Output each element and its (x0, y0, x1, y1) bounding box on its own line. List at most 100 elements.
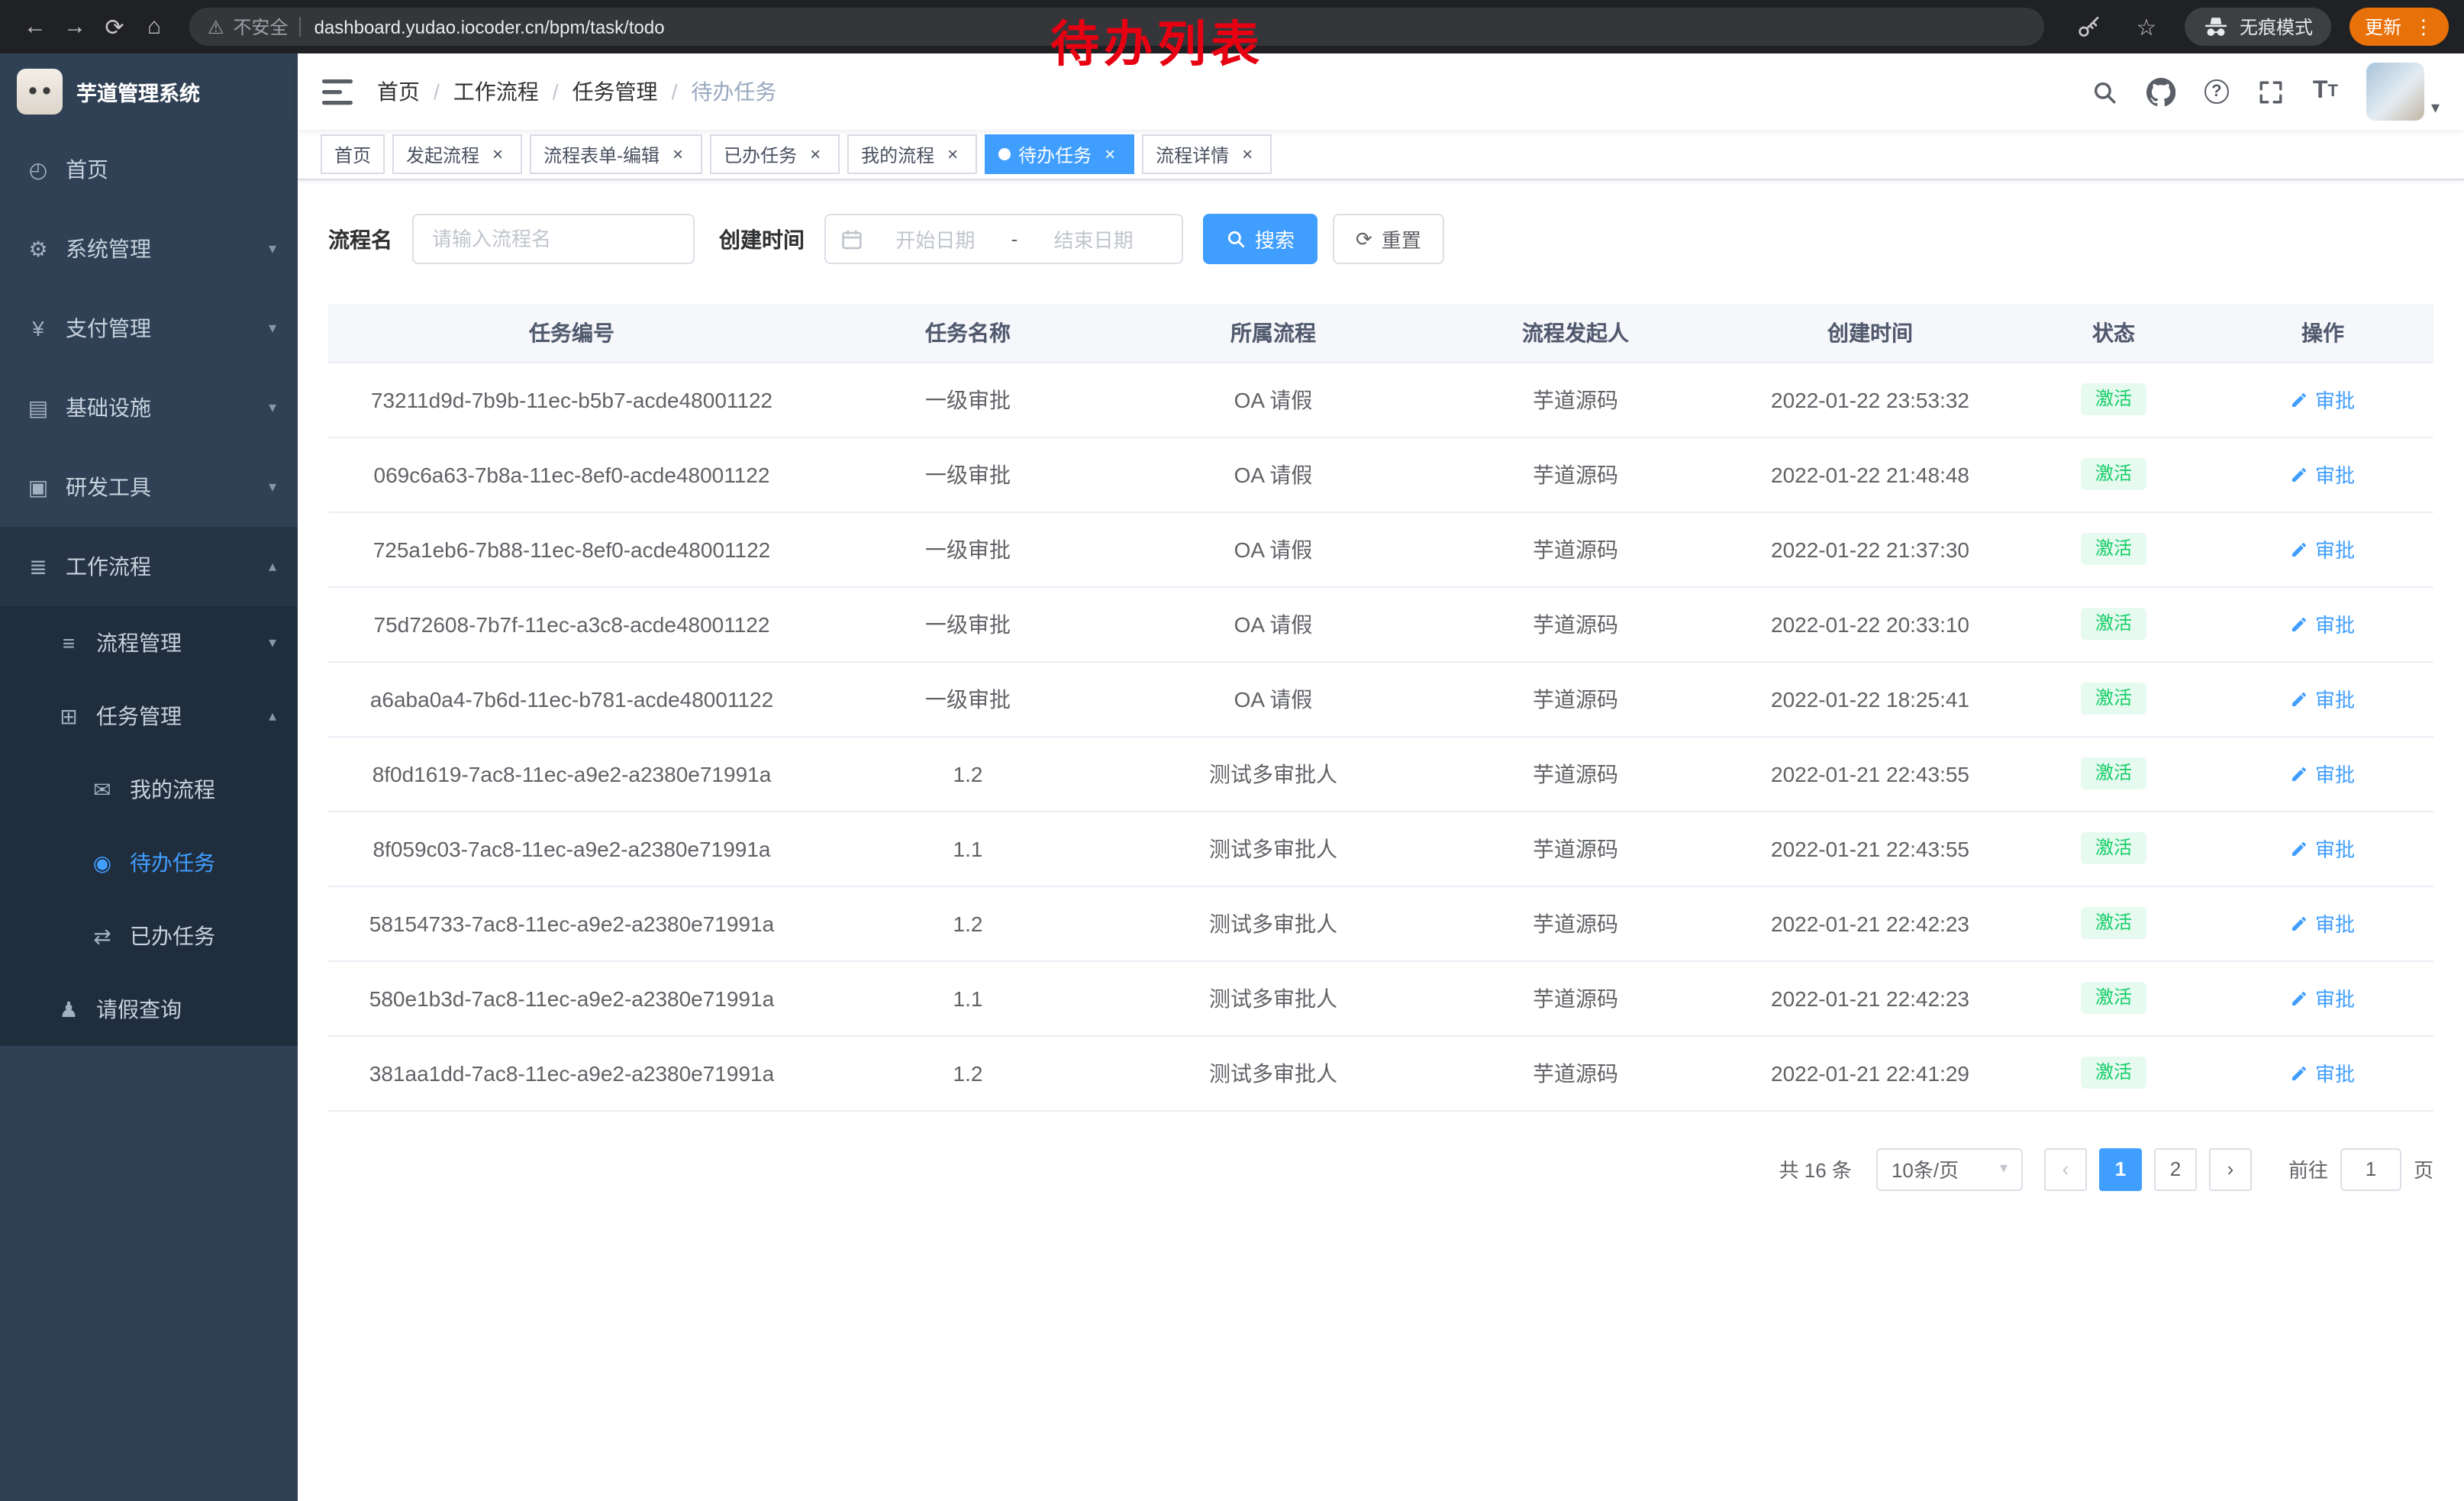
approve-button[interactable]: 审批 (2291, 385, 2355, 414)
search-icon[interactable] (2091, 79, 2117, 105)
cell-action: 审批 (2212, 960, 2433, 1035)
breadcrumb-separator: / (434, 79, 440, 104)
approve-button[interactable]: 审批 (2291, 534, 2355, 563)
close-icon[interactable]: × (942, 144, 963, 165)
approve-button[interactable]: 审批 (2291, 759, 2355, 788)
tab-done-task[interactable]: 已办任务 × (710, 134, 840, 174)
date-range-picker[interactable]: 开始日期 - 结束日期 (824, 214, 1183, 264)
cell-created-time: 2022-01-21 22:43:55 (1725, 811, 2015, 886)
close-icon[interactable]: × (805, 144, 826, 165)
sidebar-item-label: 已办任务 (130, 921, 276, 951)
breadcrumb-item[interactable]: 工作流程 (453, 76, 539, 107)
status-badge: 激活 (2082, 383, 2146, 415)
status-badge: 激活 (2082, 906, 2146, 939)
search-button[interactable]: 搜索 (1203, 214, 1317, 264)
edit-icon (2291, 914, 2309, 932)
fullscreen-icon[interactable] (2258, 79, 2284, 105)
forward-icon[interactable]: → (55, 7, 95, 47)
close-icon[interactable]: × (487, 144, 508, 165)
reset-button[interactable]: ⟳ 重置 (1333, 214, 1444, 264)
user-menu[interactable]: ▾ (2367, 63, 2440, 121)
sidebar-item-home[interactable]: ◴首页 (0, 130, 298, 209)
table-row: 58154733-7ac8-11ec-a9e2-a2380e71991a1.2测… (328, 886, 2433, 960)
cell-process: OA 请假 (1121, 362, 1426, 437)
tab-start-process[interactable]: 发起流程× (392, 134, 522, 174)
home-icon[interactable]: ⌂ (134, 7, 174, 47)
approve-button[interactable]: 审批 (2291, 684, 2355, 713)
sidebar-item-dev-tools[interactable]: ▣研发工具▾ (0, 447, 298, 527)
cell-task-name: 一级审批 (815, 586, 1121, 661)
cell-task-id: 8f059c03-7ac8-11ec-a9e2-a2380e71991a (328, 811, 815, 886)
tab-todo-task[interactable]: 待办任务× (985, 134, 1134, 174)
tab-my-process[interactable]: 我的流程× (847, 134, 977, 174)
sidebar-item-process-mgmt[interactable]: ≡流程管理▾ (0, 606, 298, 679)
approve-button[interactable]: 审批 (2291, 460, 2355, 489)
cell-task-name: 1.2 (815, 886, 1121, 960)
chevron-down-icon: ▾ (269, 240, 276, 257)
url-text[interactable]: dashboard.yudao.iocoder.cn/bpm/task/todo (314, 16, 665, 37)
cell-created-time: 2022-01-21 22:42:23 (1725, 886, 2015, 960)
font-size-icon[interactable]: TT (2313, 78, 2338, 105)
approve-button[interactable]: 审批 (2291, 834, 2355, 863)
next-page-button[interactable]: › (2209, 1148, 2252, 1190)
sidebar-item-task-mgmt[interactable]: ⊞任务管理▴ (0, 679, 298, 753)
cell-action: 审批 (2212, 437, 2433, 512)
approve-button[interactable]: 审批 (2291, 1058, 2355, 1087)
cell-task-id: 381aa1dd-7ac8-11ec-a9e2-a2380e71991a (328, 1035, 815, 1110)
table-row: 069c6a63-7b8a-11ec-8ef0-acde48001122一级审批… (328, 437, 2433, 512)
page-content: 流程名 创建时间 开始日期 - 结束日期 搜索 ⟳ (298, 180, 2464, 1501)
app-logo[interactable]: 芋道管理系统 (0, 53, 298, 130)
update-button[interactable]: 更新 ⋮ (2350, 8, 2449, 46)
password-key-icon[interactable] (2069, 7, 2108, 47)
status-badge: 激活 (2082, 607, 2146, 640)
github-icon[interactable] (2146, 77, 2175, 106)
sidebar-item-leave-query[interactable]: ♟请假查询 (0, 973, 298, 1046)
cell-created-time: 2022-01-22 23:53:32 (1725, 362, 2015, 437)
approve-label: 审批 (2315, 460, 2355, 489)
table-body: 73211d9d-7b9b-11ec-b5b7-acde48001122一级审批… (328, 362, 2433, 1110)
prev-page-button[interactable]: ‹ (2044, 1148, 2087, 1190)
bookmark-star-icon[interactable]: ☆ (2127, 7, 2166, 47)
sidebar-item-my-process[interactable]: ✉我的流程 (0, 753, 298, 826)
tab-label: 已办任务 (724, 141, 797, 167)
tab-home[interactable]: 首页 (321, 134, 385, 174)
breadcrumb-item[interactable]: 首页 (377, 76, 420, 107)
approve-button[interactable]: 审批 (2291, 609, 2355, 638)
sidebar-toggle-icon[interactable] (322, 79, 353, 105)
tab-process-detail[interactable]: 流程详情× (1142, 134, 1272, 174)
main-panel: 首页/工作流程/任务管理/待办任务 ? TT ▾ (298, 53, 2464, 1501)
cell-status: 激活 (2015, 362, 2212, 437)
back-icon[interactable]: ← (15, 7, 55, 47)
reload-icon[interactable]: ⟳ (95, 7, 134, 47)
close-icon[interactable]: × (667, 144, 689, 165)
help-icon[interactable]: ? (2204, 79, 2229, 104)
close-icon[interactable]: × (1099, 144, 1121, 165)
approve-button[interactable]: 审批 (2291, 909, 2355, 938)
tab-form-edit[interactable]: 流程表单-编辑× (530, 134, 702, 174)
cell-process: OA 请假 (1121, 437, 1426, 512)
sidebar-item-payment[interactable]: ¥支付管理▾ (0, 289, 298, 368)
page-button-1[interactable]: 1 (2099, 1148, 2142, 1190)
avatar[interactable] (2367, 63, 2425, 121)
active-tab-dot (998, 148, 1011, 160)
page-button-2[interactable]: 2 (2154, 1148, 2197, 1190)
cell-status: 激活 (2015, 586, 2212, 661)
cell-process: 测试多审批人 (1121, 811, 1426, 886)
process-name-input[interactable] (412, 214, 695, 264)
goto-page-input[interactable] (2340, 1148, 2401, 1190)
approve-button[interactable]: 审批 (2291, 983, 2355, 1012)
breadcrumb-item[interactable]: 任务管理 (572, 76, 658, 107)
sidebar-item-system[interactable]: ⚙系统管理▾ (0, 209, 298, 289)
page-size-select[interactable]: 10条/页 ▾ (1876, 1148, 2023, 1190)
sidebar-item-todo-task[interactable]: ◉待办任务 (0, 826, 298, 899)
column-header: 流程发起人 (1426, 304, 1725, 362)
menu-dots-icon[interactable]: ⋮ (2414, 15, 2433, 39)
sidebar-item-workflow[interactable]: ≣工作流程▴ (0, 527, 298, 606)
security-label[interactable]: 不安全 (234, 14, 289, 40)
sidebar-item-infrastructure[interactable]: ▤基础设施▾ (0, 368, 298, 447)
start-date-placeholder[interactable]: 开始日期 (863, 224, 1008, 253)
sidebar-item-label: 系统管理 (66, 234, 255, 264)
end-date-placeholder[interactable]: 结束日期 (1021, 224, 1166, 253)
sidebar-item-done-task[interactable]: ⇄已办任务 (0, 899, 298, 973)
close-icon[interactable]: × (1237, 144, 1258, 165)
